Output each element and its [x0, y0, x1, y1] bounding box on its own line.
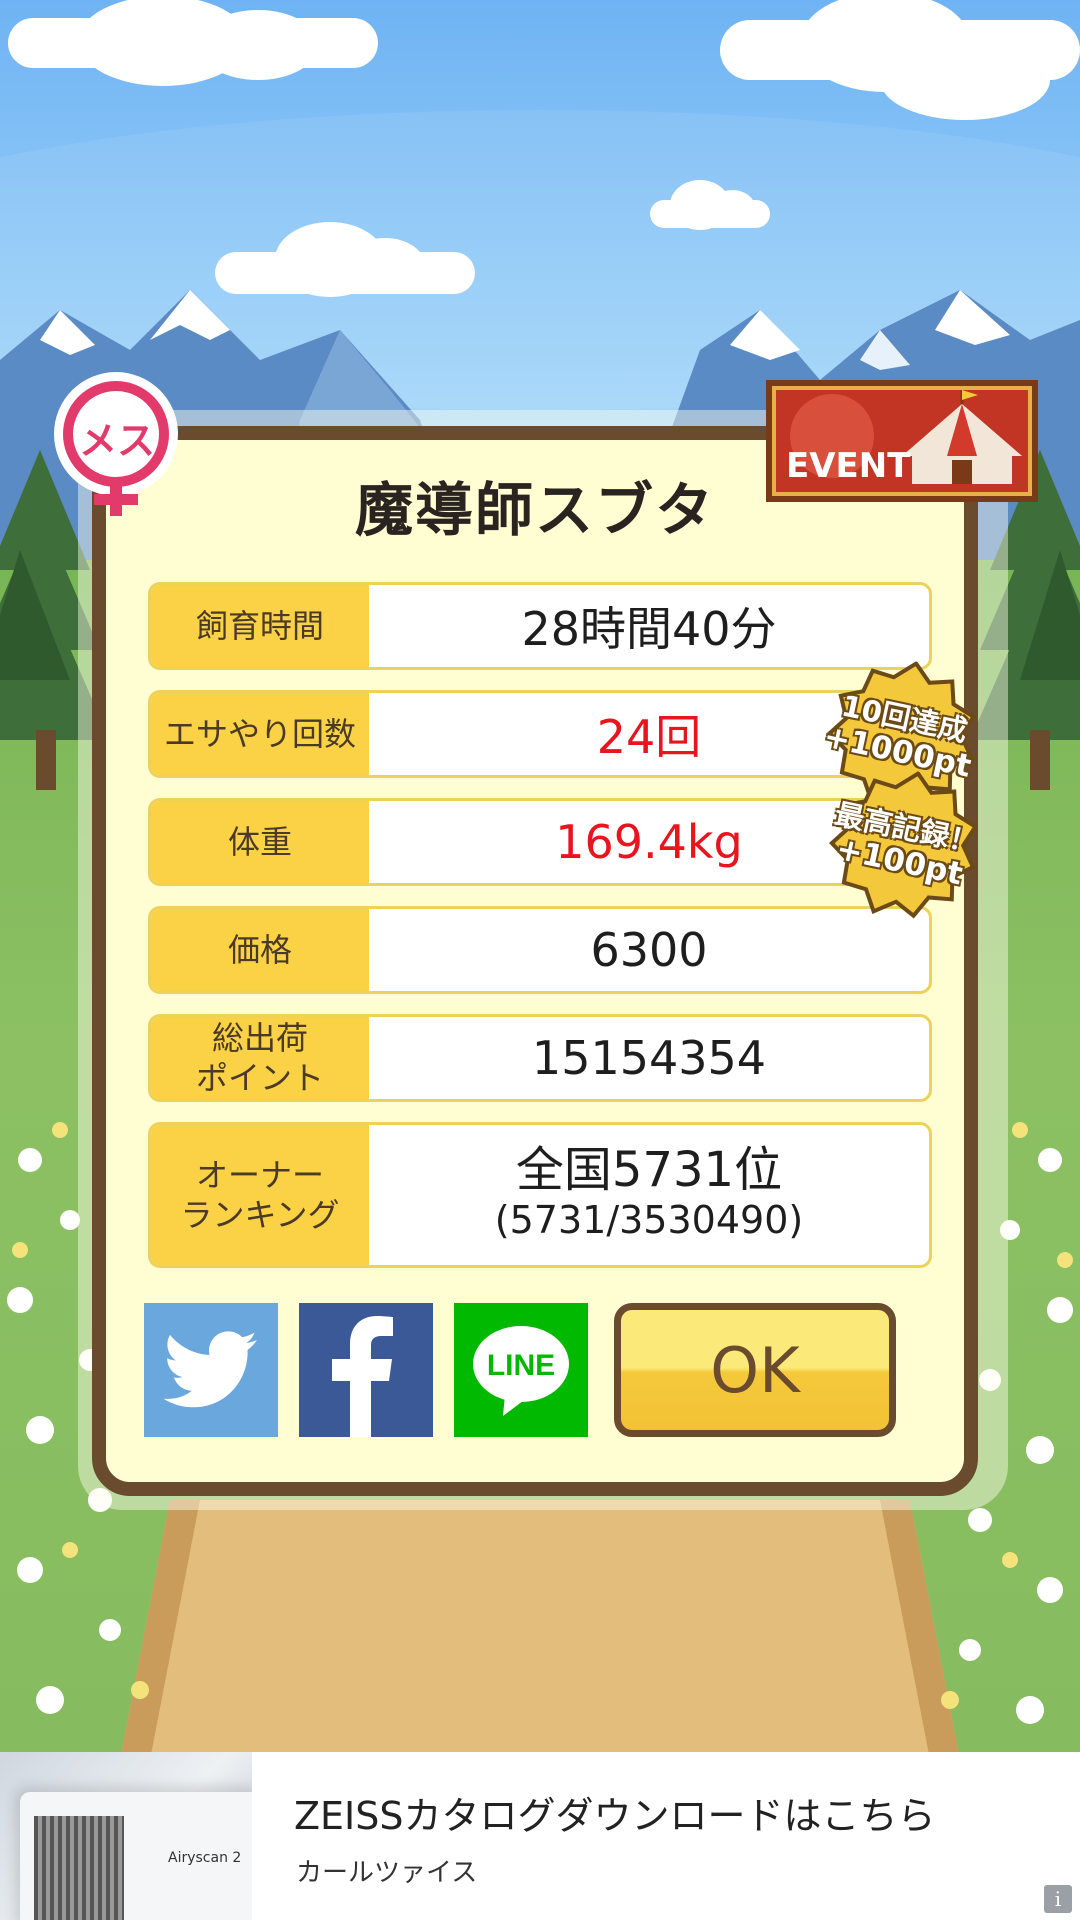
- line-icon: LINE: [473, 1326, 569, 1416]
- twitter-bird-icon: [163, 1331, 257, 1408]
- ranking-value: 全国5731位 (5731/3530490): [369, 1125, 929, 1265]
- svg-text:LINE: LINE: [487, 1349, 555, 1382]
- stat-label: 価格: [151, 909, 369, 991]
- stat-row-shipping-points: 総出荷 ポイント 15154354: [148, 1014, 932, 1102]
- stat-row-feed-count: エサやり回数 24回: [148, 690, 932, 778]
- stat-label: 総出荷 ポイント: [151, 1017, 369, 1099]
- stat-label: 体重: [151, 801, 369, 883]
- ad-advertiser: カールツァイス: [296, 1858, 478, 1888]
- ranking-position: 全国5731位: [515, 1142, 783, 1198]
- stat-row-raising-time: 飼育時間 28時間40分: [148, 582, 932, 670]
- cloud: [720, 0, 1080, 120]
- ok-button[interactable]: OK: [614, 1303, 896, 1437]
- event-banner[interactable]: EVENT: [766, 380, 1038, 502]
- stat-value: 15154354: [531, 1031, 767, 1085]
- event-label: EVENT: [786, 446, 911, 486]
- ad-info-icon[interactable]: i: [1044, 1885, 1072, 1913]
- gender-label: メス: [78, 419, 155, 463]
- stat-value: 6300: [590, 923, 708, 977]
- ad-image[interactable]: Airyscan 2: [0, 1752, 252, 1920]
- line-share-button[interactable]: LINE: [454, 1303, 588, 1437]
- cloud: [8, 0, 378, 86]
- stat-row-weight: 体重 169.4kg: [148, 798, 932, 886]
- achievement-badge-weight: 最高記録！ +100pt: [814, 756, 992, 934]
- game-screen: 魔導師スブタ 飼育時間 28時間40分 エサやり回数 24回 体重 169.4k…: [0, 0, 1080, 1920]
- cloud: [650, 180, 770, 230]
- facebook-f-icon: [332, 1316, 393, 1437]
- stat-label: エサやり回数: [151, 693, 369, 775]
- twitter-share-button[interactable]: [144, 1303, 278, 1437]
- stat-row-owner-ranking: オーナー ランキング 全国5731位 (5731/3530490): [148, 1122, 932, 1268]
- ranking-detail: (5731/3530490): [494, 1198, 804, 1242]
- stat-row-price: 価格 6300: [148, 906, 932, 994]
- stat-label: 飼育時間: [151, 585, 369, 667]
- stat-label: オーナー ランキング: [151, 1125, 369, 1265]
- ad-title[interactable]: ZEISSカタログダウンロードはこちら: [294, 1785, 936, 1840]
- facebook-share-button[interactable]: [299, 1303, 433, 1437]
